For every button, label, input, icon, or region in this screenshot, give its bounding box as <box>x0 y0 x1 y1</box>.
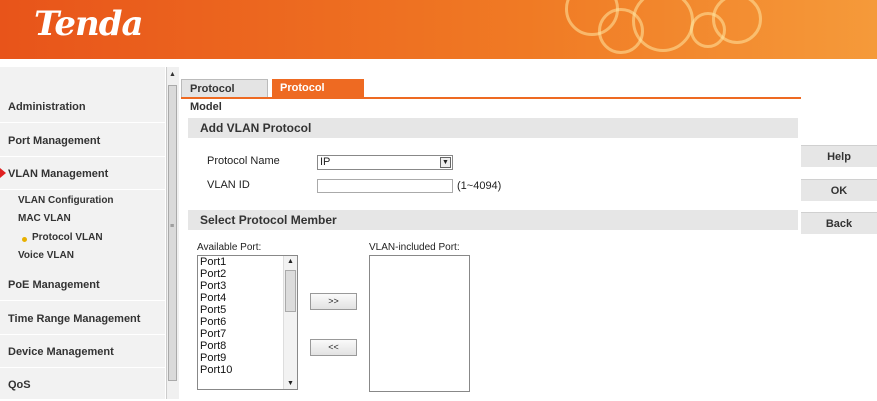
scroll-up-icon[interactable]: ▲ <box>287 258 294 265</box>
header-separator <box>0 59 877 67</box>
scrollbar-thumb[interactable] <box>285 270 296 312</box>
vlan-id-input[interactable] <box>317 179 453 193</box>
sidebar-sub-voice-vlan[interactable]: Voice VLAN <box>18 247 74 265</box>
vlan-id-label: VLAN ID <box>207 179 250 191</box>
header-banner: Tenda <box>0 0 877 59</box>
scrollbar-thumb[interactable] <box>168 85 177 381</box>
available-port-label: Available Port: <box>197 242 262 253</box>
sidebar-item-device-management[interactable]: Device Management <box>0 336 165 368</box>
sidebar-item-vlan-management[interactable]: VLAN Management <box>0 158 165 190</box>
ok-button[interactable]: OK <box>801 179 877 201</box>
scroll-down-icon[interactable]: ▼ <box>287 380 294 387</box>
protocol-name-value: IP <box>320 156 331 168</box>
sidebar-scrollbar[interactable]: ▲ ≡ <box>166 67 179 399</box>
vlan-id-range-hint: (1~4094) <box>457 180 502 192</box>
sidebar-sub-protocol-vlan[interactable]: Protocol VLAN <box>32 229 103 247</box>
decorative-circle <box>632 0 694 52</box>
sidebar-item-time-range-management[interactable]: Time Range Management <box>0 303 165 335</box>
sidebar-nav: Administration Port Management VLAN Mana… <box>0 67 165 399</box>
protocol-name-select[interactable]: IP ▼ <box>317 155 453 170</box>
list-scrollbar[interactable]: ▲ ▼ <box>283 256 297 389</box>
add-port-button[interactable]: >> <box>310 293 357 310</box>
available-port-list[interactable]: Port1 Port2 Port3 Port4 Port5 Port6 Port… <box>197 255 298 390</box>
tab-protocol-model[interactable]: Protocol Model <box>181 79 268 113</box>
tab-protocol-vlan[interactable]: Protocol VLAN <box>272 79 364 112</box>
sidebar-sub-vlan-configuration[interactable]: VLAN Configuration <box>18 192 114 210</box>
tenda-logo: Tenda <box>34 4 144 44</box>
scroll-up-icon[interactable]: ▲ <box>169 71 176 78</box>
sidebar-sub-mac-vlan[interactable]: MAC VLAN <box>18 210 71 228</box>
chevron-down-icon[interactable]: ▼ <box>440 157 451 168</box>
active-dot-icon <box>22 237 27 242</box>
section-add-vlan-protocol: Add VLAN Protocol <box>188 118 798 138</box>
sidebar-item-port-management[interactable]: Port Management <box>0 125 165 157</box>
vlan-included-port-label: VLAN-included Port: <box>369 242 460 253</box>
vlan-included-port-list[interactable] <box>369 255 470 392</box>
remove-port-button[interactable]: << <box>310 339 357 356</box>
sidebar-item-poe-management[interactable]: PoE Management <box>0 269 165 301</box>
help-button[interactable]: Help <box>801 145 877 167</box>
decorative-circle <box>712 0 762 44</box>
sidebar-item-qos[interactable]: QoS <box>0 369 165 401</box>
tab-underline <box>181 97 801 99</box>
section-select-protocol-member: Select Protocol Member <box>188 210 798 230</box>
protocol-name-label: Protocol Name <box>207 155 280 167</box>
back-button[interactable]: Back <box>801 212 877 234</box>
sidebar-item-administration[interactable]: Administration <box>0 91 165 123</box>
grip-icon: ≡ <box>170 223 175 230</box>
